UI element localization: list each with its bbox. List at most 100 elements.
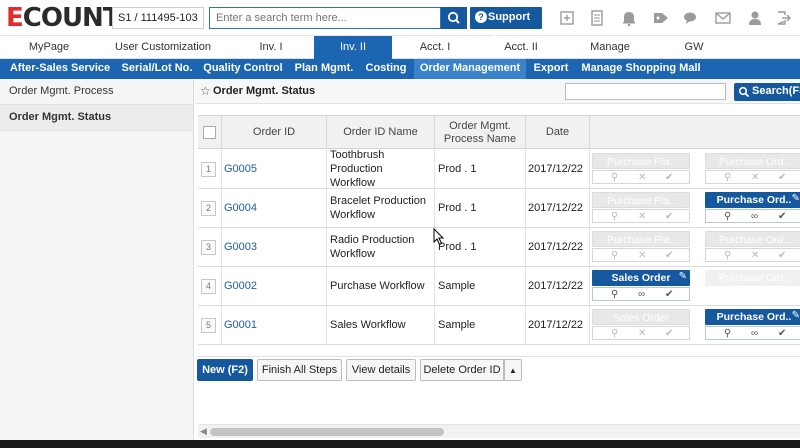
subtab-export[interactable]: Export <box>526 59 576 79</box>
step-label[interactable]: Purchase Ord.. <box>705 153 800 169</box>
subtab-plan-mgmt[interactable]: Plan Mgmt. <box>290 59 358 79</box>
workflow-step[interactable]: Sales Order ⚲ ✕ ✔ <box>592 309 690 341</box>
edit-pencil-icon[interactable]: ✎ <box>792 193 800 204</box>
tab-mypage[interactable]: MyPage <box>0 36 98 59</box>
header-order-id[interactable]: Order ID <box>222 116 327 149</box>
sidebar-item-order-mgmt-status[interactable]: Order Mgmt. Status <box>0 105 193 131</box>
header-order-id-name[interactable]: Order ID Name <box>327 116 435 149</box>
order-id-link[interactable]: G0003 <box>224 240 257 254</box>
order-id-link[interactable]: G0005 <box>224 162 257 176</box>
subtab-serial-lot[interactable]: Serial/Lot No. <box>118 59 196 79</box>
tab-acct-2[interactable]: Acct. II <box>478 36 564 59</box>
check-icon[interactable]: ✔ <box>665 328 673 339</box>
row-number[interactable]: 1 <box>201 162 216 177</box>
header-process-name[interactable]: Order Mgmt. Process Name <box>435 116 526 149</box>
step-label[interactable]: Purchase Ord.. <box>705 270 800 286</box>
step-label[interactable]: Sales Order <box>592 309 690 325</box>
workflow-step[interactable]: Purchase Pla.. ⚲ ✕ ✔ <box>592 231 690 263</box>
step-label[interactable]: Purchase Ord.. <box>705 309 800 325</box>
check-icon[interactable]: ✔ <box>778 328 786 339</box>
workflow-step[interactable]: Purchase Ord.. ✎ ⚲ ∞ ✔ <box>705 309 800 341</box>
company-code-selector[interactable]: S1 / 111495-103 <box>112 7 204 29</box>
order-id-link[interactable]: G0002 <box>224 279 257 293</box>
step-label[interactable]: Purchase Ord.. <box>705 231 800 247</box>
workflow-step[interactable]: Purchase Ord.. ⚲ ✕ ✔ <box>705 153 800 185</box>
search-icon[interactable]: ⚲ <box>724 211 731 222</box>
search-icon[interactable]: ⚲ <box>611 250 618 261</box>
support-button[interactable]: ? Support ▼ <box>470 7 542 42</box>
step-label[interactable]: Purchase Pla.. <box>592 153 690 169</box>
tab-user-customization[interactable]: User Customization <box>98 36 228 59</box>
workflow-step[interactable]: Purchase Ord.. ✎ ⚲ ∞ ✔ <box>705 192 800 224</box>
edit-pencil-icon[interactable]: ✎ <box>792 310 800 321</box>
tab-manage[interactable]: Manage <box>564 36 656 59</box>
check-icon[interactable]: ✔ <box>665 289 673 300</box>
search-icon[interactable]: ⚲ <box>611 211 618 222</box>
add-window-icon[interactable] <box>558 9 576 27</box>
table-row[interactable]: 2 G0004 Bracelet Production Workflow Prod .… <box>198 189 800 228</box>
header-date[interactable]: Date <box>526 116 590 149</box>
document-icon[interactable] <box>588 9 606 27</box>
close-icon[interactable]: ✕ <box>751 250 759 261</box>
horizontal-scrollbar[interactable]: ◀ <box>198 424 800 438</box>
link-icon[interactable]: ∞ <box>751 328 758 339</box>
finish-all-steps-button[interactable]: Finish All Steps <box>257 359 342 381</box>
search-button[interactable]: Search(F3) <box>734 83 800 101</box>
delete-order-id-button[interactable]: Delete Order ID <box>420 359 504 381</box>
close-icon[interactable]: ✕ <box>638 172 646 183</box>
chat-icon[interactable] <box>682 9 700 27</box>
workflow-step[interactable]: Purchase Ord.. <box>705 270 800 302</box>
row-number[interactable]: 2 <box>201 201 216 216</box>
scrollbar-thumb[interactable] <box>210 428 444 436</box>
logout-icon[interactable] <box>774 9 792 27</box>
close-icon[interactable]: ✕ <box>751 172 759 183</box>
workflow-step[interactable]: Purchase Ord.. ⚲ ✕ ✔ <box>705 231 800 263</box>
row-number[interactable]: 4 <box>201 279 216 294</box>
order-id-link[interactable]: G0004 <box>224 201 257 215</box>
subtab-order-management[interactable]: Order Management <box>414 59 526 79</box>
global-search-button[interactable] <box>441 7 467 29</box>
link-icon[interactable]: ∞ <box>638 289 645 300</box>
subtab-costing[interactable]: Costing <box>358 59 414 79</box>
search-icon[interactable]: ⚲ <box>724 250 731 261</box>
table-row[interactable]: 3 G0003 Radio Production Workflow Prod . 12… <box>198 228 800 267</box>
tab-gw[interactable]: GW <box>656 36 732 59</box>
mail-icon[interactable] <box>714 9 732 27</box>
subtab-after-sales-service[interactable]: After-Sales Service <box>2 59 118 79</box>
search-icon[interactable]: ⚲ <box>611 172 618 183</box>
search-icon[interactable]: ⚲ <box>611 328 618 339</box>
subtab-manage-shopping-mall[interactable]: Manage Shopping Mall <box>576 59 706 79</box>
subtab-quality-control[interactable]: Quality Control <box>196 59 290 79</box>
check-icon[interactable]: ✔ <box>778 211 786 222</box>
edit-pencil-icon[interactable]: ✎ <box>679 271 687 282</box>
table-row[interactable]: 5 G0001 Sales Workflow Sample 2017/12/22 Sale… <box>198 306 800 345</box>
step-label[interactable]: Purchase Pla.. <box>592 192 690 208</box>
workflow-step[interactable]: Sales Order ✎ ⚲ ∞ ✔ <box>592 270 690 302</box>
workflow-step[interactable]: Purchase Pla.. ⚲ ✕ ✔ <box>592 192 690 224</box>
row-number[interactable]: 3 <box>201 240 216 255</box>
workflow-step[interactable]: Purchase Pla.. ⚲ ✕ ✔ <box>592 153 690 185</box>
link-icon[interactable]: ∞ <box>751 211 758 222</box>
bell-icon[interactable] <box>620 9 638 27</box>
close-icon[interactable]: ✕ <box>638 250 646 261</box>
order-id-link[interactable]: G0001 <box>224 318 257 332</box>
check-icon[interactable]: ✔ <box>665 211 673 222</box>
tag-icon[interactable] <box>652 9 670 27</box>
star-icon[interactable]: ☆ <box>200 84 211 98</box>
check-icon[interactable]: ✔ <box>665 172 673 183</box>
step-label[interactable]: Purchase Ord.. <box>705 192 800 208</box>
check-icon[interactable]: ✔ <box>778 172 786 183</box>
quick-search-input[interactable] <box>565 83 726 100</box>
table-row[interactable]: 1 G0005 Toothbrush Production Workflow Prod… <box>198 149 800 189</box>
row-number[interactable]: 5 <box>201 318 216 333</box>
scroll-left-icon[interactable]: ◀ <box>200 426 207 437</box>
tab-acct-1[interactable]: Acct. I <box>392 36 478 59</box>
global-search-input[interactable] <box>209 7 441 29</box>
step-label[interactable]: Sales Order <box>592 270 690 286</box>
user-icon[interactable] <box>746 9 764 27</box>
search-icon[interactable]: ⚲ <box>724 328 731 339</box>
check-icon[interactable]: ✔ <box>665 250 673 261</box>
new-button[interactable]: New (F2) <box>197 359 253 381</box>
sidebar-item-order-mgmt-process[interactable]: Order Mgmt. Process <box>0 79 193 105</box>
search-icon[interactable]: ⚲ <box>724 172 731 183</box>
